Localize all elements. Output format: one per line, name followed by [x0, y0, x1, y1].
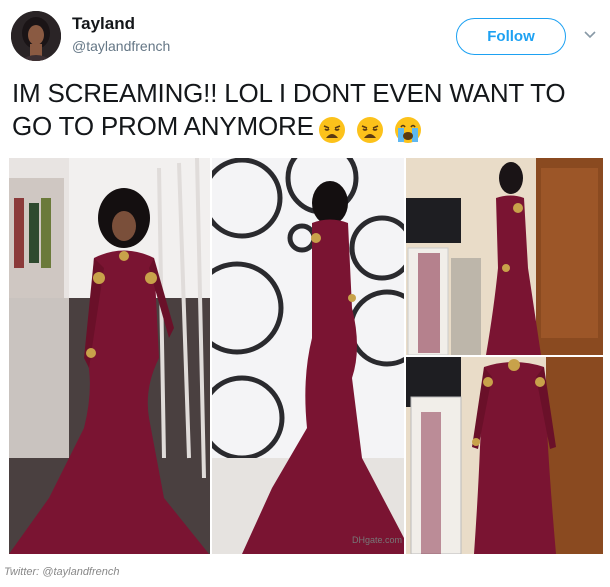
media-grid: DHgate.com: [9, 158, 603, 554]
tweet-body: IM SCREAMING!! LOL I DONT EVEN WANT TO G…: [12, 78, 566, 141]
source-credit: Twitter: @taylandfrench: [4, 566, 120, 578]
photo-dress-mirror-side[interactable]: [406, 158, 603, 355]
tweet-text: IM SCREAMING!! LOL I DONT EVEN WANT TO G…: [12, 77, 602, 149]
photo-dress-catalog-back[interactable]: DHgate.com: [212, 158, 404, 554]
avatar[interactable]: [11, 11, 61, 61]
photo-dress-mirror-front[interactable]: [406, 357, 603, 554]
loudly-crying-face-icon: [394, 117, 421, 143]
user-handle[interactable]: @taylandfrench: [72, 38, 170, 54]
profile-photo: [11, 11, 61, 61]
watermark: DHgate.com: [352, 535, 402, 545]
weary-face-icon: [356, 117, 383, 143]
emoji-group: [318, 116, 425, 149]
chevron-down-icon[interactable]: [584, 30, 596, 40]
weary-face-icon: [318, 117, 345, 143]
display-name[interactable]: Tayland: [72, 14, 135, 34]
photo-red-dress-model[interactable]: [9, 158, 210, 554]
follow-button[interactable]: Follow: [456, 18, 566, 55]
tweet-card: Tayland @taylandfrench Follow IM SCREAMI…: [0, 0, 610, 587]
